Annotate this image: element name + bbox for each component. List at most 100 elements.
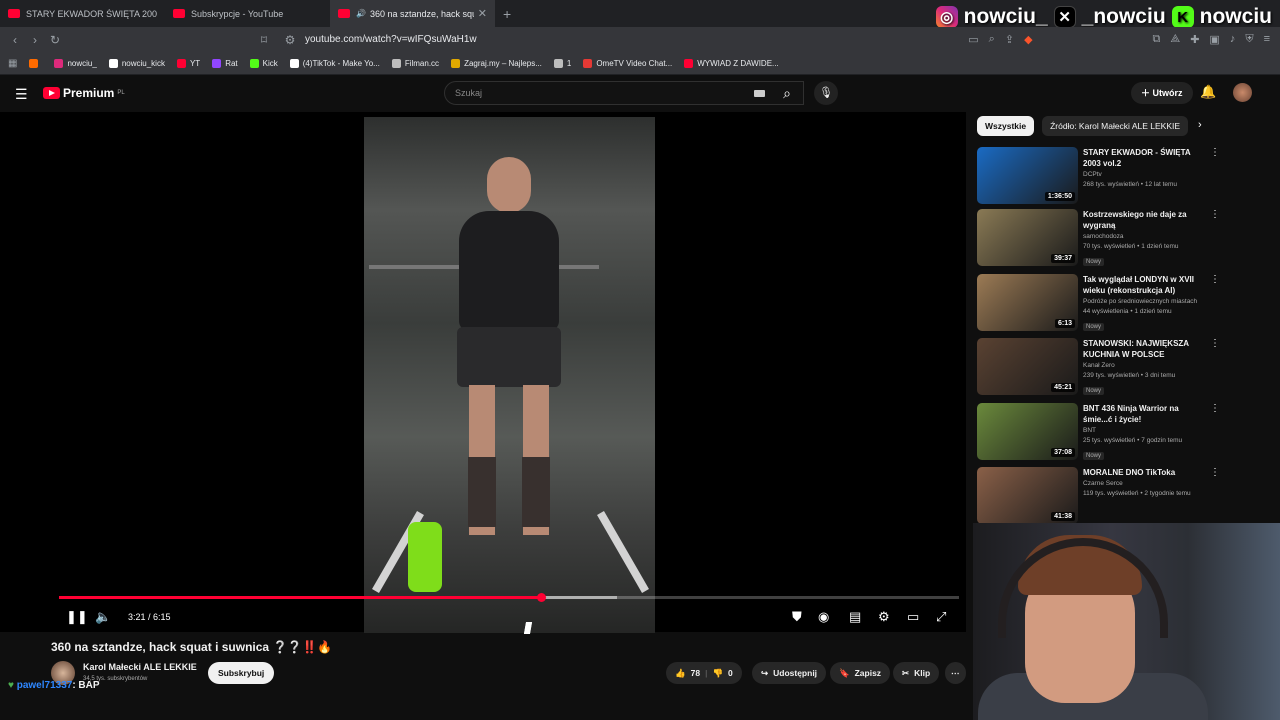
theater-mode-icon[interactable]: ▭ (907, 609, 919, 625)
translate-icon[interactable]: ⟁ (1170, 33, 1180, 46)
chevron-right-icon[interactable]: › (1198, 119, 1202, 131)
video-thumbnail[interactable]: 6:13 (977, 274, 1078, 331)
youtube-logo[interactable]: Premium PL (43, 86, 125, 100)
recommended-video[interactable]: 6:13 Tak wyglądał LONDYN w XVII wieku (re… (977, 274, 1220, 334)
recommended-video[interactable]: 39:37 Kostrzewskiego nie daje za wygraną s… (977, 209, 1220, 269)
channel-name[interactable]: Karol Małecki ALE LEKKIE (83, 662, 197, 672)
recommended-video[interactable]: 37:08 BNT 436 Ninja Warrior na śmie...ć i… (977, 403, 1220, 463)
video-player[interactable]: ❚❚ 🔈 3:21 / 6:15 ⛊ ◉ ▤ ⚙ ▭ ⤢ (0, 112, 966, 633)
bookmark-icon[interactable]: ⌑ (254, 33, 274, 47)
more-options-icon[interactable]: ⋮ (1210, 147, 1220, 158)
back-icon[interactable]: ‹ (5, 33, 25, 47)
microphone-icon[interactable]: 🎙 (814, 81, 838, 105)
more-options-icon[interactable]: ⋮ (1210, 209, 1220, 220)
zoom-icon[interactable]: ⌕ (989, 33, 995, 46)
account-avatar[interactable] (1233, 83, 1252, 102)
keyboard-icon[interactable] (754, 90, 765, 97)
search-icon[interactable]: ⌕ (770, 81, 804, 105)
music-icon[interactable]: ♪ (1230, 33, 1236, 46)
video-title[interactable]: MORALNE DNO TikToka (1083, 467, 1208, 478)
bookmark-item[interactable] (29, 59, 42, 68)
bookmark-item[interactable]: Kick (249, 59, 278, 68)
vpn-icon[interactable]: ⛨ (1245, 33, 1253, 46)
recommended-video[interactable]: 1:36:50 STARY EKWADOR - ŚWIĘTA 2003 vol.2… (977, 147, 1220, 207)
subscribe-button[interactable]: Subskrybuj (208, 662, 275, 684)
channel-name[interactable]: Kanał Zero (1083, 362, 1208, 369)
video-thumbnail[interactable]: 41:38 (977, 467, 1078, 524)
bookmark-item[interactable]: Rat (212, 59, 238, 68)
cast-icon[interactable]: ▭ (968, 33, 978, 46)
video-title[interactable]: Tak wyglądał LONDYN w XVII wieku (rekons… (1083, 274, 1208, 296)
pause-icon[interactable]: ❚❚ (66, 609, 88, 625)
progress-bar[interactable] (59, 593, 959, 602)
more-options-icon[interactable]: ⋮ (1210, 467, 1220, 478)
channel-name[interactable]: Podróże po średniowiecznych miastach (1083, 298, 1208, 305)
channel-name[interactable]: BNT (1083, 427, 1208, 434)
video-title[interactable]: STARY EKWADOR - ŚWIĘTA 2003 vol.2 (1083, 147, 1208, 169)
channel-name[interactable]: DCPtv (1083, 171, 1208, 178)
extension-icon[interactable]: ⧉ (1153, 33, 1161, 46)
reload-icon[interactable]: ↻ (45, 33, 65, 47)
more-options-icon[interactable]: ⋮ (1210, 338, 1220, 349)
video-thumbnail[interactable]: 39:37 (977, 209, 1078, 266)
create-button[interactable]: ＋ Utwórz (1131, 82, 1193, 104)
more-options-icon[interactable]: ⋮ (1210, 403, 1220, 414)
notifications-bell-icon[interactable]: 🔔 (1200, 84, 1216, 100)
share-button[interactable]: ↪ Udostępnij (752, 662, 827, 684)
sponsor-shield-icon[interactable]: ⛊ (792, 609, 802, 625)
bookmark-item[interactable]: Filman.cc (391, 59, 439, 68)
browser-tab-2[interactable]: Subskrypcje - YouTube (165, 0, 330, 27)
video-title[interactable]: STANOWSKI: NAJWIĘKSZA KUCHNIA W POLSCE (1083, 338, 1208, 360)
menu-icon[interactable]: ≡ (1264, 33, 1270, 46)
video-frame[interactable] (364, 117, 655, 633)
video-title[interactable]: BNT 436 Ninja Warrior na śmie...ć i życi… (1083, 403, 1208, 425)
chip-all[interactable]: Wszystkie (977, 116, 1035, 136)
more-actions-button[interactable]: ⋯ (945, 662, 966, 684)
volume-icon[interactable]: 🔈 (95, 609, 111, 625)
browser-tab-active[interactable]: 🔊 360 na sztandze, hack squat i ✕ (330, 0, 495, 27)
more-options-icon[interactable]: ⋮ (1210, 274, 1220, 285)
x-icon (108, 59, 118, 68)
channel-name[interactable]: Czarne Serce (1083, 480, 1208, 487)
recommended-video[interactable]: 41:38 MORALNE DNO TikToka Czarne Serce 119 … (977, 467, 1220, 527)
recommended-video[interactable]: 45:21 STANOWSKI: NAJWIĘKSZA KUCHNIA W POL… (977, 338, 1220, 398)
video-thumbnail[interactable]: 37:08 (977, 403, 1078, 460)
sidebar-icon[interactable]: ▣ (1209, 33, 1219, 46)
dislike-count[interactable]: 0 (728, 662, 733, 684)
new-tab-button[interactable]: + (503, 6, 511, 22)
fullscreen-icon[interactable]: ⤢ (936, 609, 946, 625)
bookmark-item[interactable]: 1 (553, 59, 571, 68)
share-icon[interactable]: ⇪ (1005, 33, 1014, 46)
bookmark-item[interactable]: Zagraj.my – Najleps... (451, 59, 542, 68)
video-thumbnail[interactable]: 1:36:50 (977, 147, 1078, 204)
puzzle-icon[interactable]: ✚ (1190, 33, 1199, 46)
settings-gear-icon[interactable]: ⚙ (878, 609, 890, 625)
video-thumbnail[interactable]: 45:21 (977, 338, 1078, 395)
apps-icon[interactable]: ▦ (8, 58, 17, 69)
browser-tab-1[interactable]: STARY EKWADOR ŚWIĘTA 2003 v (0, 0, 165, 27)
search-input[interactable]: Szukaj (444, 81, 804, 105)
close-tab-icon[interactable]: ✕ (478, 7, 487, 20)
bookmark-item[interactable]: WYWIAD Z DAWIDE... (684, 59, 779, 68)
thumbs-up-icon[interactable]: 👍 (675, 662, 686, 684)
bookmark-item[interactable]: OmeTV Video Chat... (583, 59, 672, 68)
bookmark-item[interactable]: nowciu_kick (108, 59, 165, 68)
forward-icon[interactable]: › (25, 33, 45, 47)
video-title[interactable]: Kostrzewskiego nie daje za wygraną (1083, 209, 1208, 231)
bookmark-item[interactable]: (4)TikTok - Make Yo... (289, 59, 380, 68)
clip-button[interactable]: ✂ Klip (893, 662, 940, 684)
autoplay-toggle-icon[interactable]: ◉ (818, 609, 829, 625)
bookmark-item[interactable]: YT (176, 59, 200, 68)
channel-name[interactable]: samochodoza (1083, 233, 1208, 240)
save-button[interactable]: 🔖 Zapisz (830, 662, 891, 684)
thumbs-down-icon[interactable]: 👎 (712, 662, 723, 684)
subtitles-icon[interactable]: ▤ (849, 609, 861, 625)
hamburger-menu-icon[interactable]: ☰ (15, 86, 28, 103)
brave-shield-icon[interactable]: ◆ (1024, 33, 1032, 46)
site-info-icon[interactable]: ⚙ (280, 33, 300, 47)
divider: | (705, 668, 708, 678)
bookmark-item[interactable]: nowciu_ (54, 59, 97, 68)
like-count[interactable]: 78 (691, 662, 700, 684)
chip-source[interactable]: Źródło: Karol Małecki ALE LEKKIE (1042, 116, 1189, 136)
url-field[interactable]: youtube.com/watch?v=wIFQsuWaH1w (305, 34, 477, 45)
